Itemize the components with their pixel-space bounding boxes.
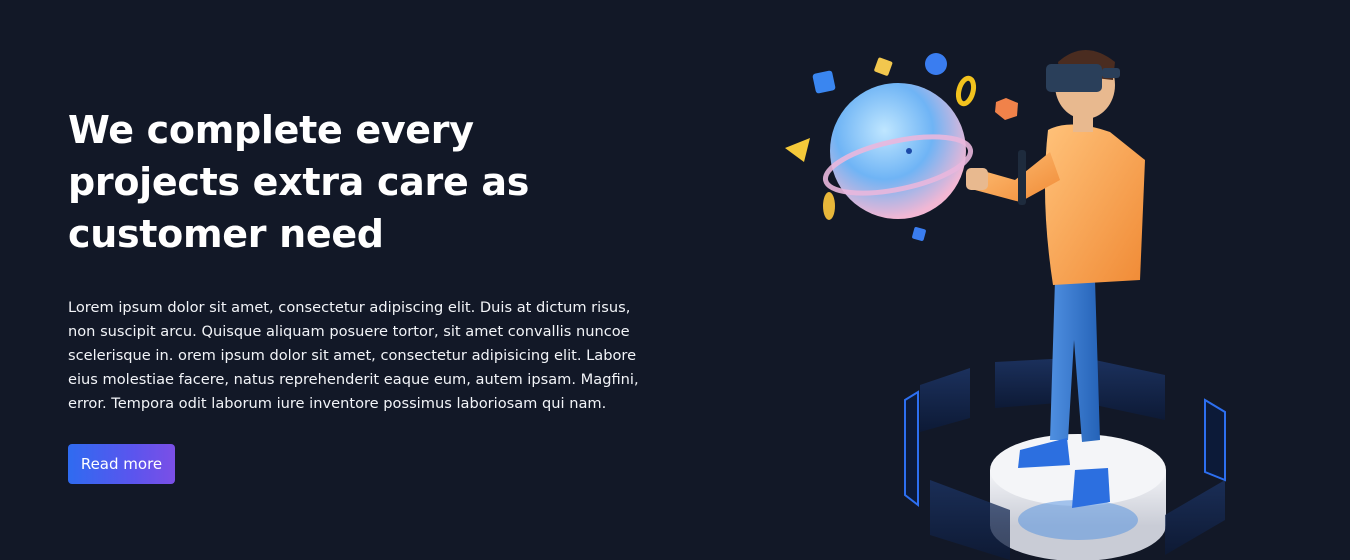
hero-description: Lorem ipsum dolor sit amet, consectetur … — [68, 299, 639, 412]
vr-user-illustration — [770, 40, 1250, 560]
holo-ring-back — [920, 358, 1165, 432]
hero-content: We complete every projects extra care as… — [68, 104, 668, 416]
hero-headline: We complete every projects extra care as… — [68, 108, 530, 256]
vr-user-illustration-icon — [785, 50, 1226, 560]
read-more-button[interactable]: Read more — [68, 444, 175, 484]
hero-section: We complete every projects extra care as… — [0, 0, 1350, 560]
globe — [822, 83, 974, 219]
